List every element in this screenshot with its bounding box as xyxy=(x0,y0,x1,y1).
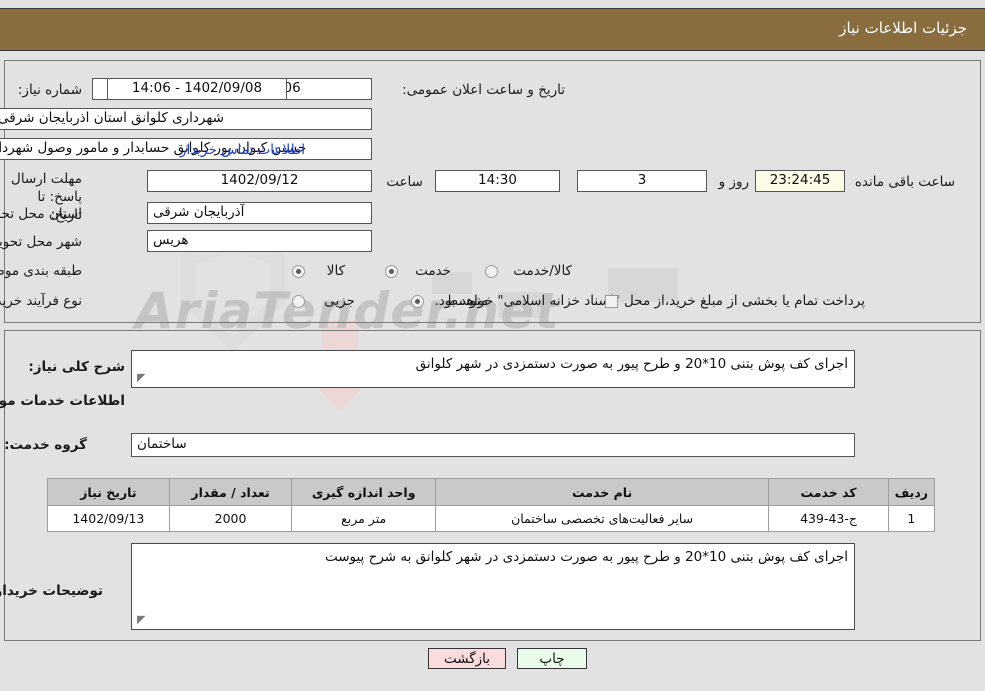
radio-process-motevaset[interactable] xyxy=(411,295,424,308)
col-service-code: کد خدمت xyxy=(768,478,889,506)
label-days: روز و xyxy=(718,174,749,190)
label-delivery-city: شهر محل تحویل: xyxy=(0,234,82,250)
col-quantity: تعداد / مقدار xyxy=(168,478,293,506)
cell-service-code: ج-43-439 xyxy=(768,505,889,532)
field-delivery-city[interactable]: هریس xyxy=(147,230,372,252)
cell-service-name: سایر فعالیت‌های تخصصی ساختمان xyxy=(434,505,770,532)
field-buyer-org[interactable]: شهرداری کلوانق استان اذربایجان شرقی xyxy=(0,108,372,130)
radio-process-jozei[interactable] xyxy=(292,295,305,308)
field-deadline-hour[interactable]: 14:30 xyxy=(435,170,560,192)
field-countdown-timer: 23:24:45 xyxy=(755,170,845,192)
radio-category-kala[interactable] xyxy=(292,265,305,278)
col-service-name: نام خدمت xyxy=(434,478,770,506)
textarea-general-desc[interactable]: اجرای کف پوش بتنی 10*20 و طرح پیور به صو… xyxy=(131,350,855,388)
label-buyer-notes: توضیحات خریدار: xyxy=(0,583,103,599)
cell-need-date: 1402/09/13 xyxy=(47,505,170,532)
page-title-bar: جزئیات اطلاعات نیاز xyxy=(0,8,985,51)
back-button[interactable]: بازگشت xyxy=(428,648,506,669)
field-deadline-date[interactable]: 1402/09/12 xyxy=(147,170,372,192)
label-need-number: شماره نیاز: xyxy=(17,82,82,98)
cell-row-no: 1 xyxy=(887,505,936,532)
buyer-contact-link[interactable]: اطلاعات تماس خریدار xyxy=(180,142,305,158)
page-root: AriaTender.net جزئیات اطلاعات نیاز شماره… xyxy=(0,0,985,691)
resize-grip-buyer-notes[interactable]: ◥ xyxy=(137,613,145,626)
services-section-title: اطلاعات خدمات مورد نیاز xyxy=(0,393,125,409)
col-row-no: ردیف xyxy=(887,478,936,506)
field-remaining-days: 3 xyxy=(577,170,707,192)
label-announce-datetime: تاریخ و ساعت اعلان عمومی: xyxy=(402,82,565,98)
checkbox-islamic-treasury[interactable] xyxy=(605,295,618,308)
radio-category-kala-khedmat[interactable] xyxy=(485,265,498,278)
col-need-date: تاریخ نیاز xyxy=(47,478,170,506)
label-islamic-treasury: پرداخت تمام یا بخشی از مبلغ خرید،از محل … xyxy=(434,293,865,309)
radio-category-khedmat[interactable] xyxy=(385,265,398,278)
label-service-group: گروه خدمت: xyxy=(4,437,87,453)
resize-grip-general-desc[interactable]: ◥ xyxy=(137,371,145,384)
cell-unit: متر مربع xyxy=(291,505,436,532)
label-deadline-hour: ساعت xyxy=(386,174,423,190)
field-announce-datetime[interactable]: 1402/09/08 - 14:06 xyxy=(107,78,287,100)
print-button[interactable]: چاپ xyxy=(517,648,587,669)
label-process-type: نوع فرآیند خرید : xyxy=(0,293,82,309)
table-row: 1 ج-43-439 سایر فعالیت‌های تخصصی ساختمان… xyxy=(47,505,936,532)
col-unit: واحد اندازه گیری xyxy=(291,478,436,506)
radio-label-category-khedmat[interactable]: خدمت xyxy=(415,263,451,279)
label-delivery-province: استان محل تحویل: xyxy=(0,206,82,222)
field-service-group[interactable]: ساختمان xyxy=(131,433,855,457)
page-title: جزئیات اطلاعات نیاز xyxy=(839,19,967,37)
radio-label-process-jozei[interactable]: جزیی xyxy=(324,293,355,309)
radio-label-category-kala[interactable]: کالا xyxy=(327,263,345,279)
table-header-row: ردیف کد خدمت نام خدمت واحد اندازه گیری ت… xyxy=(47,478,936,506)
label-remaining-hours: ساعت باقی مانده xyxy=(854,174,955,190)
label-category: طبقه بندی موضوعی: xyxy=(0,263,82,279)
services-table: ردیف کد خدمت نام خدمت واحد اندازه گیری ت… xyxy=(47,478,936,532)
label-general-desc: شرح کلی نیاز: xyxy=(28,359,125,375)
radio-label-category-kala-khedmat[interactable]: کالا/خدمت xyxy=(513,263,572,279)
textarea-buyer-notes[interactable]: اجرای کف پوش بتنی 10*20 و طرح پیور به صو… xyxy=(131,543,855,630)
field-delivery-province[interactable]: آذربایجان شرقی xyxy=(147,202,372,224)
cell-quantity: 2000 xyxy=(168,505,293,532)
